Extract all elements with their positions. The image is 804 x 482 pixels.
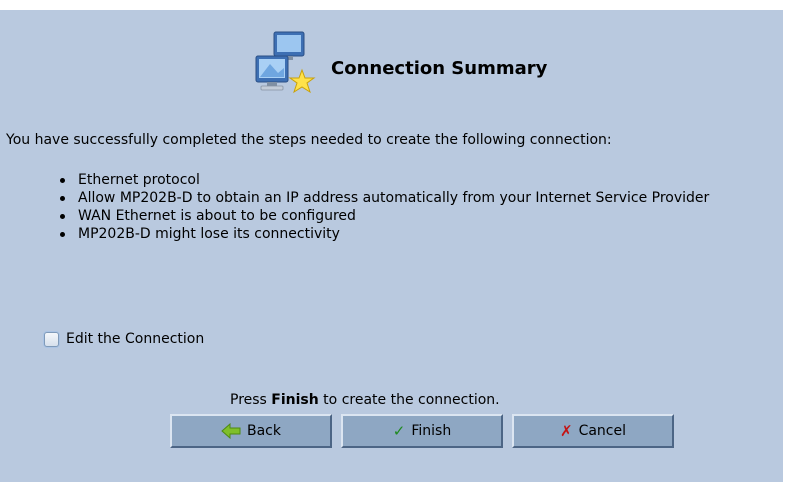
back-arrow-icon [221, 423, 241, 439]
page-title: Connection Summary [331, 58, 548, 79]
edit-connection-checkbox[interactable] [44, 331, 59, 347]
instruction-action: Finish [271, 392, 319, 408]
instruction-suffix: to create the connection. [318, 392, 500, 408]
finish-button-label: Finish [411, 423, 452, 439]
network-computers-star-icon [248, 28, 323, 100]
cancel-button-label: Cancel [578, 423, 626, 439]
finish-button[interactable]: ✓ Finish [341, 414, 503, 448]
checkmark-icon: ✓ [392, 421, 406, 440]
list-item: Ethernet protocol [60, 171, 782, 189]
back-button[interactable]: Back [170, 414, 332, 448]
wizard-panel: Connection Summary You have successfully… [0, 10, 783, 482]
cancel-button[interactable]: ✗ Cancel [512, 414, 674, 448]
edit-connection-option[interactable]: Edit the Connection [44, 329, 204, 349]
x-mark-icon: ✗ [559, 421, 573, 440]
page-header: Connection Summary [248, 28, 648, 100]
edit-connection-label: Edit the Connection [66, 331, 205, 347]
summary-intro: You have successfully completed the step… [6, 132, 612, 148]
list-item: MP202B-D might lose its connectivity [60, 225, 782, 243]
list-item: Allow MP202B-D to obtain an IP address a… [60, 189, 782, 207]
list-item: WAN Ethernet is about to be configured [60, 207, 782, 225]
back-button-label: Back [247, 423, 281, 439]
instruction-prefix: Press [230, 392, 272, 408]
finish-instruction: Press Finish to create the connection. [230, 392, 500, 408]
connection-summary-list: Ethernet protocol Allow MP202B-D to obta… [60, 171, 782, 243]
